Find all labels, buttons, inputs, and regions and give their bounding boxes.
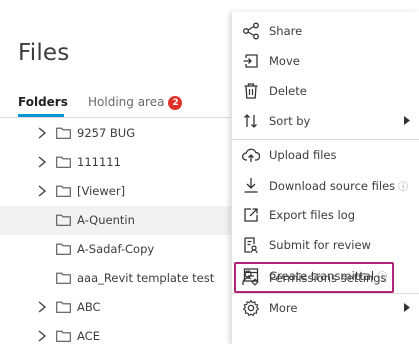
folder-icon	[56, 156, 71, 168]
menu-item-more[interactable]: More	[232, 293, 419, 323]
folder-icon	[56, 185, 71, 197]
folder-icon	[56, 243, 71, 255]
tab-holding-area[interactable]: Holding area 2	[88, 95, 183, 110]
chevron-right-icon[interactable]	[37, 301, 47, 313]
chevron-right-icon[interactable]	[37, 156, 47, 168]
folder-label: ACE	[77, 329, 100, 343]
menu-item-export-files-log[interactable]: Export files log	[232, 200, 419, 230]
tab-folders-label: Folders	[18, 95, 68, 109]
folder-row[interactable]: [Viewer]	[0, 177, 232, 206]
menu-item-label: Submit for review	[269, 238, 371, 252]
menu-item-download-source-files[interactable]: Download source files ⓘ	[232, 170, 419, 200]
folder-row[interactable]: ACE	[0, 322, 232, 344]
trash-icon	[244, 83, 258, 99]
menu-item-label: Share	[269, 24, 303, 38]
folder-label: 111111	[77, 155, 121, 169]
submenu-arrow-icon	[404, 116, 410, 125]
folder-label: ABC	[77, 300, 101, 314]
share-icon	[243, 22, 259, 40]
holding-area-count-badge: 2	[168, 96, 183, 110]
folder-row[interactable]: aaa_Revit template test	[0, 264, 232, 293]
folder-label: aaa_Revit template test	[77, 271, 215, 285]
folder-icon	[56, 330, 71, 342]
menu-item-label: Delete	[269, 84, 307, 98]
folder-label: A-Quentin	[77, 213, 135, 227]
folder-icon	[56, 127, 71, 139]
context-menu: Share Move Delete Sort by Upload files D…	[231, 12, 419, 344]
menu-item-label: Download source files ⓘ	[269, 179, 409, 193]
folder-label: [Viewer]	[77, 184, 126, 198]
folder-icon	[56, 301, 71, 313]
chevron-right-icon[interactable]	[37, 127, 47, 139]
folder-icon	[56, 272, 71, 284]
folder-label: 9257 BUG	[77, 126, 136, 140]
move-icon	[243, 54, 258, 68]
menu-item-sort-by[interactable]: Sort by	[232, 106, 419, 136]
download-icon	[244, 178, 258, 193]
folder-row[interactable]: 111111	[0, 148, 232, 177]
sort-icon	[244, 114, 257, 128]
menu-item-label: Sort by	[269, 114, 311, 128]
submenu-arrow-icon	[404, 303, 410, 312]
tabs-divider	[0, 117, 230, 118]
menu-item-delete[interactable]: Delete	[232, 76, 419, 106]
folder-row[interactable]: 9257 BUG	[0, 119, 232, 148]
cloud-upload-icon	[242, 148, 260, 162]
menu-item-share[interactable]: Share	[232, 16, 419, 46]
menu-item-submit-for-review[interactable]: Submit for review	[232, 230, 419, 260]
folder-icon	[56, 214, 71, 226]
tab-folders[interactable]: Folders	[18, 95, 68, 109]
menu-item-move[interactable]: Move	[232, 46, 419, 76]
menu-item-upload-files[interactable]: Upload files	[232, 140, 419, 170]
page-title: Files	[18, 40, 70, 66]
tab-holding-area-label: Holding area	[88, 95, 165, 109]
folder-label: A-Sadaf-Copy	[77, 242, 155, 256]
info-icon[interactable]: ⓘ	[398, 182, 408, 193]
permissions-settings-highlight	[234, 262, 394, 293]
menu-item-label: Upload files	[269, 148, 337, 162]
chevron-right-icon[interactable]	[37, 185, 47, 197]
folder-row[interactable]: A-Sadaf-Copy	[0, 235, 232, 264]
menu-item-label: Move	[269, 54, 300, 68]
export-icon	[244, 208, 258, 222]
menu-item-label: More	[269, 301, 298, 315]
gear-icon	[242, 299, 260, 317]
menu-item-label: Export files log	[269, 208, 355, 222]
chevron-right-icon[interactable]	[37, 330, 47, 342]
folder-row[interactable]: ABC	[0, 293, 232, 322]
folder-row-selected[interactable]: A-Quentin	[0, 206, 232, 235]
review-icon	[244, 237, 258, 254]
